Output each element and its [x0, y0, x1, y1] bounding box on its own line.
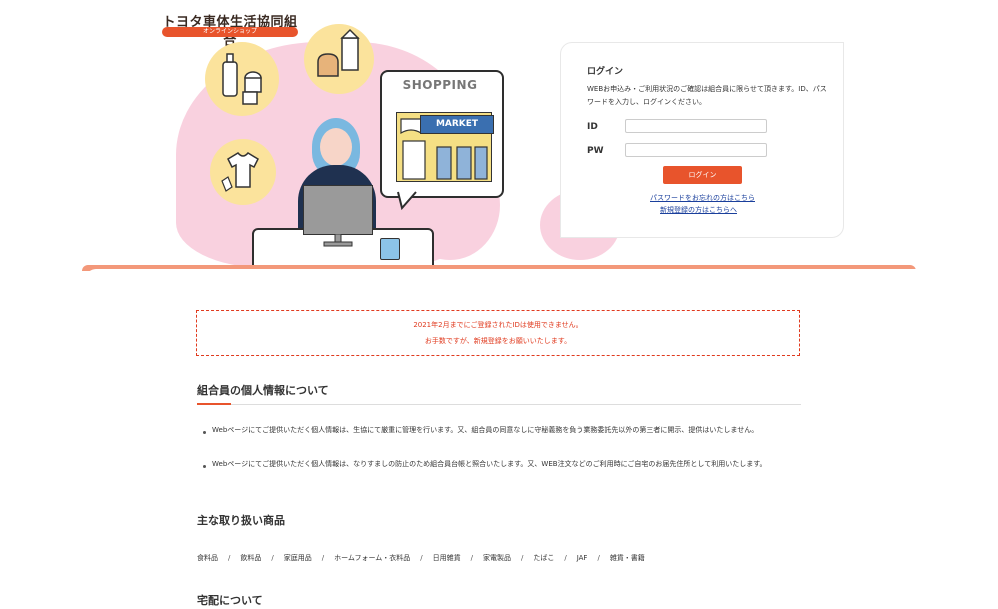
login-button[interactable]: ログイン: [663, 166, 742, 184]
privacy-item-1: Webページにてご提供いただく個人情報は、生協にて厳重に管理を行います。又、組合…: [212, 426, 759, 434]
category-separator: /: [420, 554, 423, 562]
category-separator: /: [271, 554, 274, 562]
notice-line-1: 2021年2月までにご登録されたIDは使用できません。: [413, 321, 583, 329]
category-separator: /: [564, 554, 567, 562]
category-item: 雑貨・書籍: [609, 554, 645, 562]
login-description: WEBお申込み・ご利用状況のご確認は組合員に限らせて頂きます。ID、パスワードを…: [587, 85, 827, 106]
forgot-password-link[interactable]: パスワードをお忘れの方はこちら: [650, 193, 755, 203]
privacy-item-2: Webページにてご提供いただく個人情報は、なりすましの防止のため組合員台帳と照合…: [212, 460, 767, 468]
privacy-section-title: 組合員の個人情報について: [197, 384, 329, 397]
category-separator: /: [321, 554, 325, 562]
daily-goods-circle-icon: [205, 42, 279, 116]
product-category-list: 食料品 / 飲料品 / 家庭用品 / ホームフォーム・衣料品 / 日用雑貨 / …: [197, 553, 801, 563]
privacy-section-accent: [197, 403, 231, 405]
mug-icon: [380, 238, 400, 260]
pw-input[interactable]: [625, 143, 767, 157]
bullet-icon: [203, 431, 206, 434]
notice-line-2: お手数ですが、新規登録をお願いいたします。: [424, 337, 572, 345]
bottles-rolls-icon: [222, 53, 262, 105]
products-section-title: 主な取り扱い商品: [197, 514, 285, 527]
market-sign-text: MARKET: [420, 115, 494, 134]
register-link[interactable]: 新規登録の方はこちらへ: [660, 205, 737, 215]
category-item: たばこ: [533, 554, 555, 562]
delivery-section-title: 宅配について: [197, 594, 263, 607]
bubble-tail-icon: [396, 190, 418, 216]
food-circle-icon: [304, 24, 374, 94]
category-separator: /: [228, 554, 231, 562]
category-item: 日用雑貨: [432, 554, 461, 562]
category-item: 飲料品: [240, 554, 262, 562]
clothing-circle-icon: [210, 139, 276, 205]
category-item: 家電製品: [482, 554, 511, 562]
category-item: 食料品: [197, 554, 218, 562]
pw-label: PW: [587, 146, 604, 156]
category-item: JAF: [576, 554, 588, 562]
hero-divider-inner: [86, 269, 916, 281]
category-separator: /: [520, 554, 524, 562]
id-label: ID: [587, 122, 598, 132]
category-item: ホームフォーム・衣料品: [334, 554, 411, 562]
computer-monitor-icon: [303, 185, 373, 235]
notice-box: [196, 310, 800, 356]
category-separator: /: [470, 554, 473, 562]
id-input[interactable]: [625, 119, 767, 133]
privacy-section-rule: [197, 404, 801, 405]
site-logo-badge: オンラインショップ: [162, 27, 298, 37]
login-title: ログイン: [587, 67, 624, 77]
tshirt-icon: [221, 152, 259, 192]
category-item: 家庭用品: [283, 554, 312, 562]
category-separator: /: [597, 554, 600, 562]
person-face-illustration: [320, 128, 352, 166]
monitor-stand-icon: [318, 233, 358, 247]
shopping-sign-text: SHOPPING: [402, 78, 478, 92]
bread-milk-icon: [317, 28, 360, 77]
bullet-icon: [203, 465, 206, 468]
